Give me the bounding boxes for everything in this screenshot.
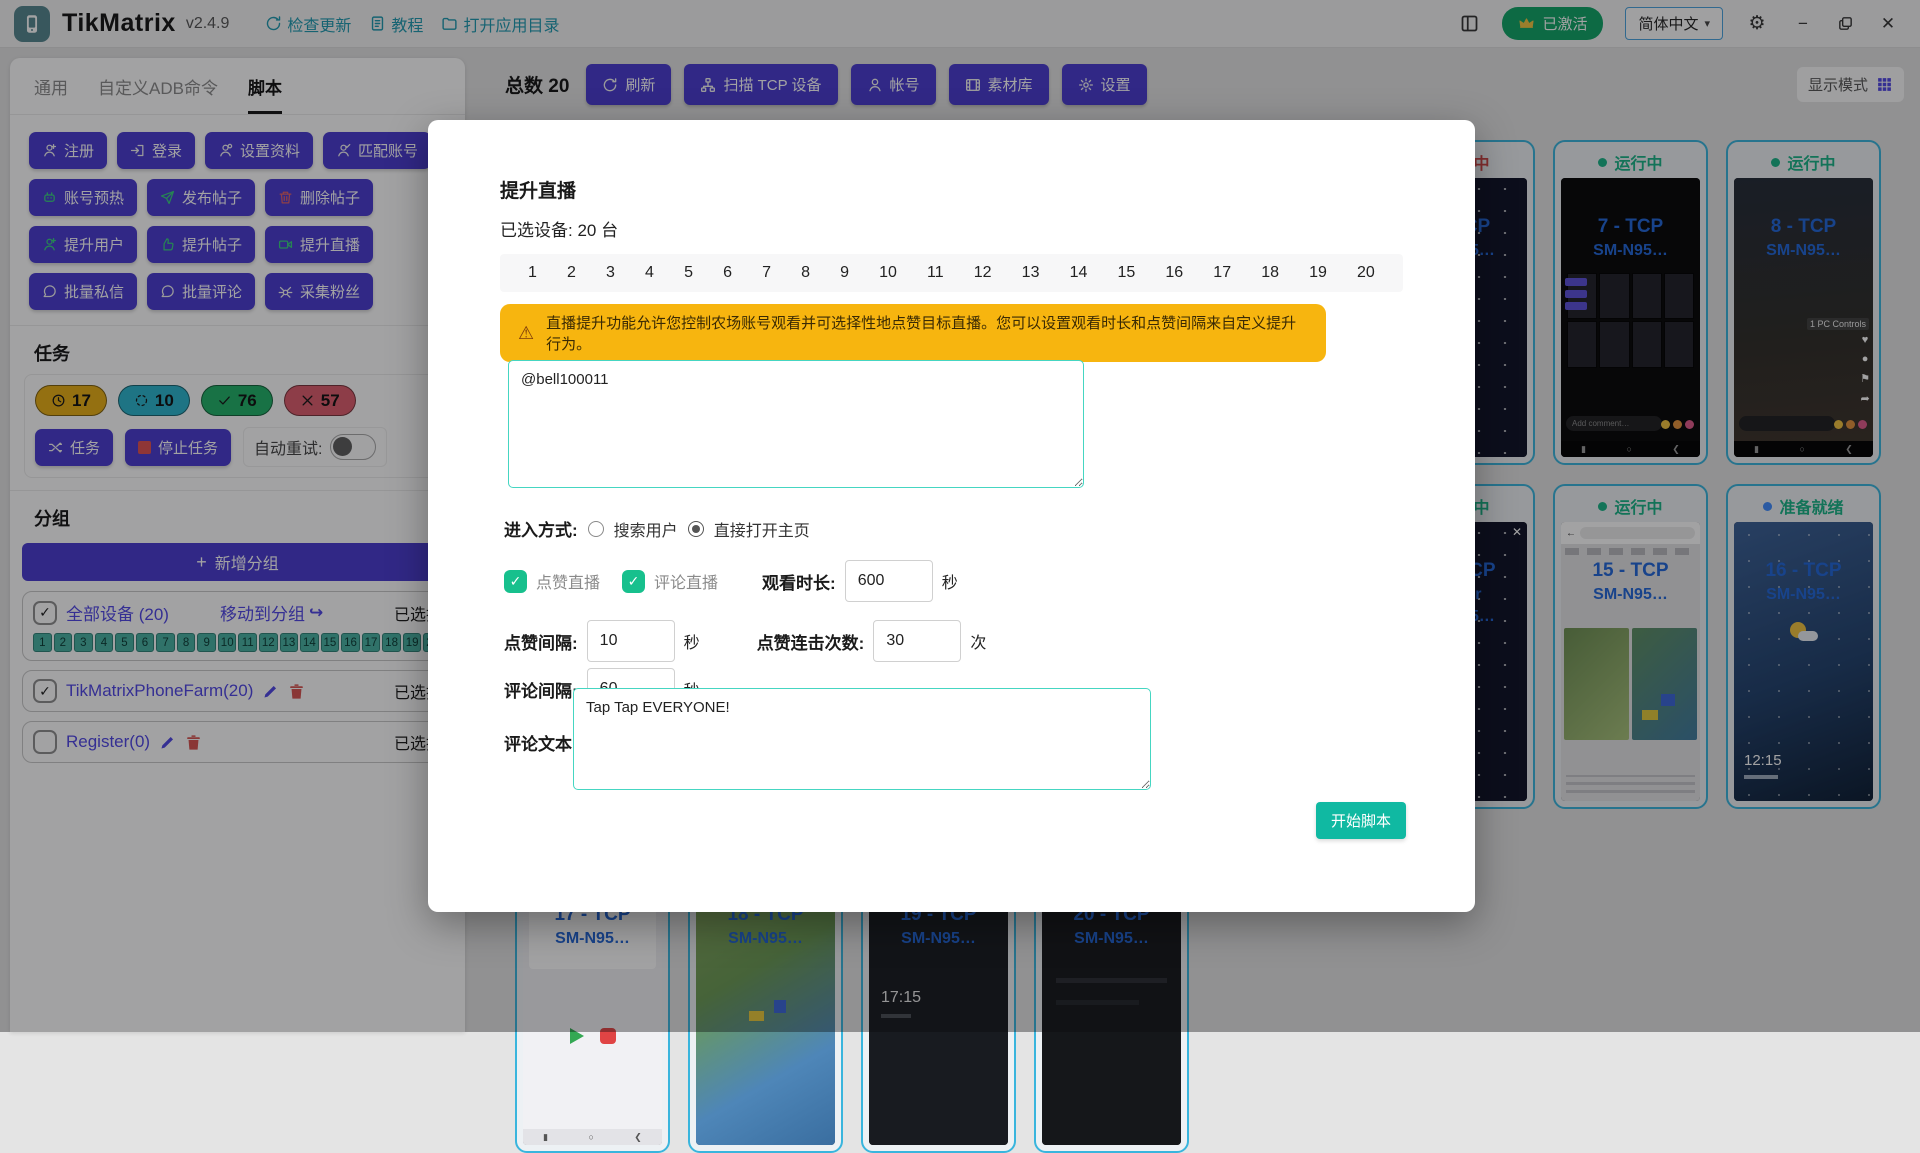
watch-duration-label: 观看时长: xyxy=(762,569,836,594)
like-interval-label: 点赞间隔: xyxy=(504,629,578,654)
warning-banner: ⚠ 直播提升功能允许您控制农场账号观看并可选择性地点赞目标直播。您可以设置观看时… xyxy=(500,304,1326,362)
modal-device-number[interactable]: 8 xyxy=(801,264,810,282)
start-script-button[interactable]: 开始脚本 xyxy=(1316,802,1406,839)
like-burst-unit: 次 xyxy=(970,629,986,653)
selected-devices-label: 已选设备: 20 台 xyxy=(500,216,618,241)
live-checkboxes: ✓ 点赞直播 ✓ 评论直播 xyxy=(504,569,731,593)
modal-device-number[interactable]: 18 xyxy=(1261,264,1279,282)
modal-device-number[interactable]: 10 xyxy=(879,264,897,282)
modal-device-number[interactable]: 1 xyxy=(528,264,537,282)
modal-device-number[interactable]: 5 xyxy=(684,264,693,282)
live-action-checkbox[interactable]: ✓ xyxy=(622,570,645,593)
entry-mode-radio[interactable] xyxy=(588,521,604,537)
modal-device-number[interactable]: 6 xyxy=(723,264,732,282)
comment-interval-label: 评论间隔: xyxy=(504,677,578,702)
like-interval-unit: 秒 xyxy=(684,629,700,653)
comment-text-label: 评论文本: xyxy=(504,730,578,755)
warning-icon: ⚠ xyxy=(518,323,534,344)
modal-title: 提升直播 xyxy=(500,176,576,203)
modal-device-number[interactable]: 3 xyxy=(606,264,615,282)
like-burst-label: 点赞连击次数: xyxy=(757,629,865,654)
modal-device-number[interactable]: 14 xyxy=(1070,264,1088,282)
modal-device-number[interactable]: 17 xyxy=(1213,264,1231,282)
watch-duration-input[interactable] xyxy=(845,560,933,602)
modal-device-number[interactable]: 9 xyxy=(840,264,849,282)
live-action-label: 评论直播 xyxy=(654,569,718,593)
entry-options: 搜索用户 直接打开主页 xyxy=(588,517,810,541)
comment-text-textarea[interactable]: Tap Tap EVERYONE! xyxy=(573,688,1151,790)
entry-mode-option-label: 直接打开主页 xyxy=(714,517,810,541)
modal-device-number[interactable]: 16 xyxy=(1165,264,1183,282)
modal-device-number[interactable]: 12 xyxy=(974,264,992,282)
modal-device-number[interactable]: 15 xyxy=(1117,264,1135,282)
entry-mode-radio[interactable] xyxy=(688,521,704,537)
modal-device-numbers: 1234567891011121314151617181920 xyxy=(500,254,1403,292)
entry-mode-option-label: 搜索用户 xyxy=(614,517,678,541)
modal-device-number[interactable]: 2 xyxy=(567,264,576,282)
entry-mode-label: 进入方式: xyxy=(504,516,578,541)
like-interval-input[interactable] xyxy=(587,620,675,662)
live-action-checkbox[interactable]: ✓ xyxy=(504,570,527,593)
modal-device-number[interactable]: 7 xyxy=(762,264,771,282)
boost-live-modal: 提升直播 已选设备: 20 台 123456789101112131415161… xyxy=(428,120,1475,912)
modal-device-number[interactable]: 19 xyxy=(1309,264,1327,282)
warning-text: 直播提升功能允许您控制农场账号观看并可选择性地点赞目标直播。您可以设置观看时长和… xyxy=(546,312,1308,354)
watch-duration-unit: 秒 xyxy=(942,569,958,593)
like-burst-input[interactable] xyxy=(873,620,961,662)
modal-device-number[interactable]: 4 xyxy=(645,264,654,282)
live-action-label: 点赞直播 xyxy=(536,569,600,593)
modal-device-number[interactable]: 20 xyxy=(1357,264,1375,282)
modal-device-number[interactable]: 13 xyxy=(1022,264,1040,282)
target-user-textarea[interactable]: @bell100011 xyxy=(508,360,1084,488)
modal-device-number[interactable]: 11 xyxy=(927,264,944,282)
